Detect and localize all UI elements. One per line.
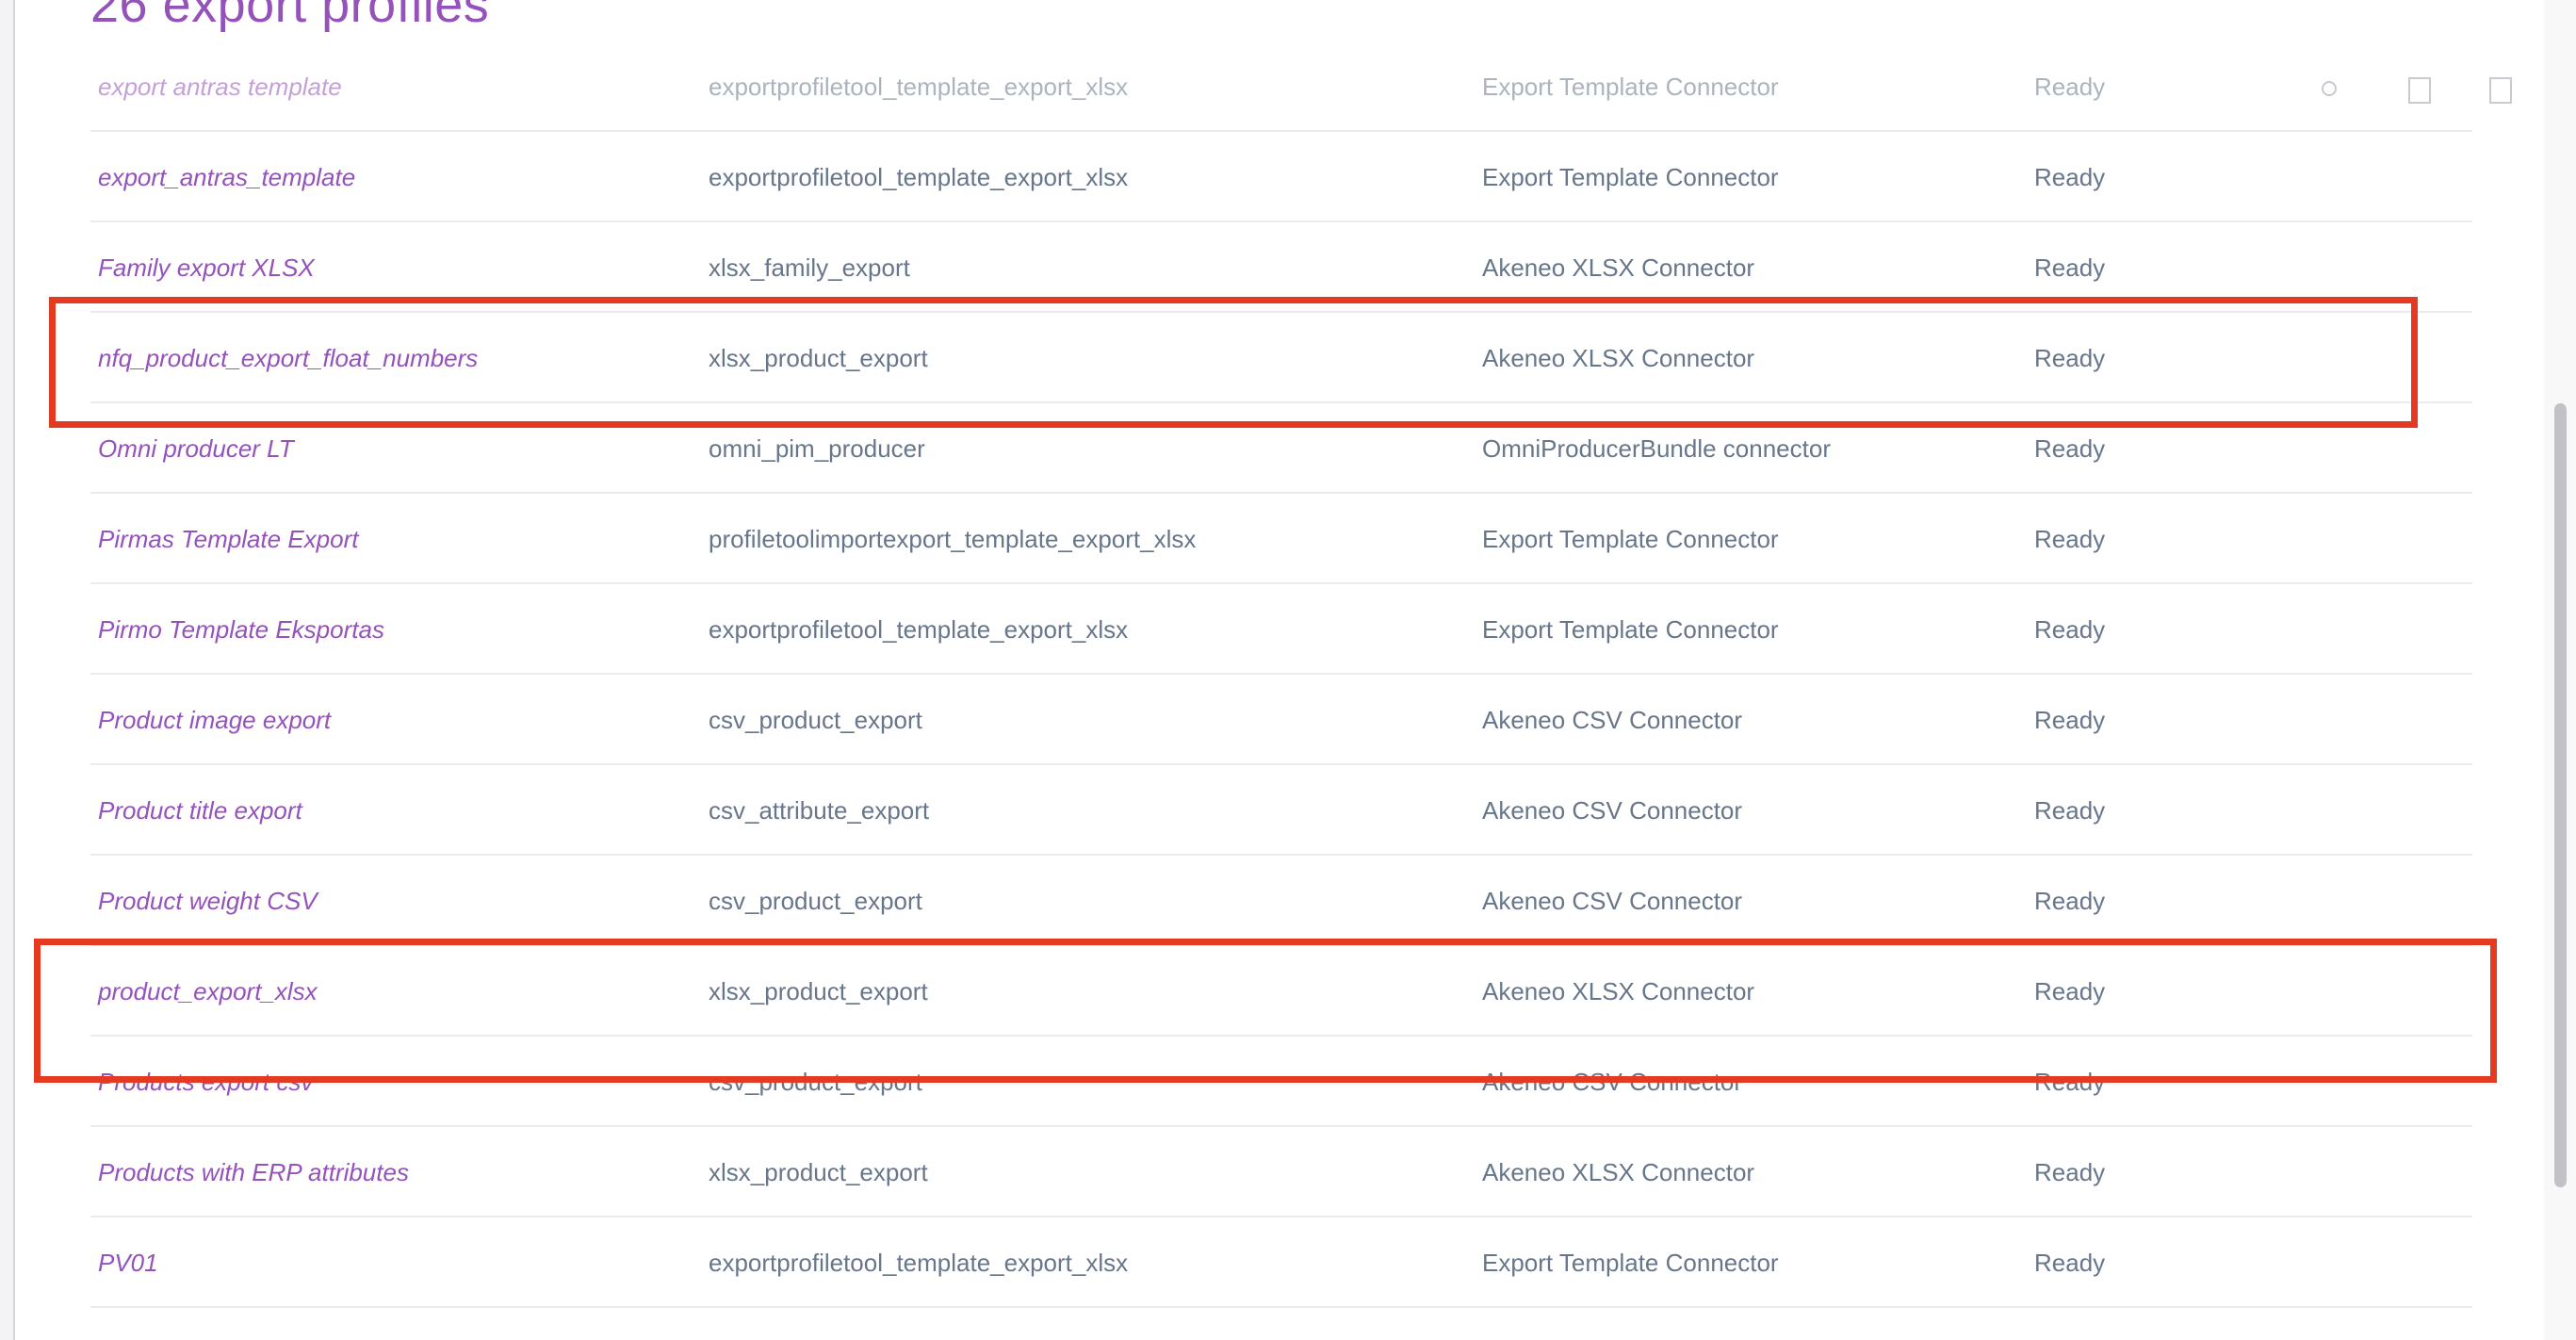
- connector-name: Akeneo CSV Connector: [1482, 1068, 1743, 1096]
- edit-icon[interactable]: [2408, 77, 2431, 104]
- status-label: Ready: [2034, 615, 2106, 644]
- status-label: Ready: [2034, 163, 2106, 191]
- vertical-scrollbar[interactable]: [2544, 0, 2576, 1340]
- connector-name: Export Template Connector: [1482, 615, 1779, 644]
- table-row[interactable]: Product image export csv_product_export …: [90, 675, 2472, 765]
- connector-name: Akeneo XLSX Connector: [1482, 253, 1755, 282]
- status-label: Ready: [2034, 796, 2106, 825]
- job-code: csv_product_export: [709, 1068, 922, 1096]
- profile-label-link[interactable]: PV01: [98, 1217, 158, 1308]
- connector-name: Akeneo XLSX Connector: [1482, 1158, 1755, 1186]
- job-code: csv_attribute_export: [709, 796, 930, 825]
- job-code: exportprofiletool_template_export_xlsx: [709, 1249, 1129, 1277]
- connector-name: Akeneo CSV Connector: [1482, 887, 1743, 915]
- job-code: xlsx_product_export: [709, 977, 928, 1005]
- connector-name: Akeneo CSV Connector: [1482, 796, 1743, 825]
- table-row[interactable]: product_export_xlsx xlsx_product_export …: [90, 946, 2472, 1037]
- job-code: csv_product_export: [709, 706, 922, 734]
- view-icon[interactable]: [2489, 77, 2512, 104]
- profile-label-link[interactable]: product_export_xlsx: [98, 946, 318, 1037]
- delete-icon[interactable]: [2322, 81, 2337, 96]
- connector-name: Akeneo XLSX Connector: [1482, 977, 1755, 1005]
- job-code: exportprofiletool_template_export_xlsx: [709, 615, 1129, 644]
- connector-name: Export Template Connector: [1482, 73, 1779, 101]
- status-label: Ready: [2034, 525, 2106, 553]
- status-label: Ready: [2034, 887, 2106, 915]
- table-row[interactable]: Products export csv csv_product_export A…: [90, 1037, 2472, 1127]
- table-row[interactable]: nfq_product_export_float_numbers xlsx_pr…: [90, 313, 2472, 403]
- table-row[interactable]: Product weight CSV csv_product_export Ak…: [90, 856, 2472, 946]
- table-row[interactable]: Products with ERP attributes xlsx_produc…: [90, 1127, 2472, 1217]
- job-code: exportprofiletool_template_export_xlsx: [709, 163, 1129, 191]
- profile-label-link[interactable]: Omni producer LT: [98, 403, 294, 494]
- job-code: xlsx_product_export: [709, 344, 928, 372]
- profile-label-link[interactable]: Pirmo Template Eksportas: [98, 584, 384, 675]
- status-label: Ready: [2034, 1249, 2106, 1277]
- scrollbar-thumb[interactable]: [2554, 403, 2567, 1187]
- status-label: Ready: [2034, 1158, 2106, 1186]
- profile-label-link[interactable]: Product title export: [98, 765, 302, 856]
- left-frame: [0, 0, 15, 1340]
- profile-label-link[interactable]: nfq_product_export_float_numbers: [98, 313, 478, 403]
- export-profiles-table: export antras template exportprofiletool…: [90, 40, 2512, 1308]
- job-code: profiletoolimportexport_template_export_…: [709, 525, 1197, 553]
- table-row[interactable]: export_antras_template exportprofiletool…: [90, 132, 2472, 222]
- status-label: Ready: [2034, 253, 2106, 282]
- table-row[interactable]: Omni producer LT omni_pim_producer OmniP…: [90, 403, 2472, 494]
- status-label: Ready: [2034, 706, 2106, 734]
- status-label: Ready: [2034, 344, 2106, 372]
- job-code: xlsx_product_export: [709, 1158, 928, 1186]
- table-row[interactable]: Product title export csv_attribute_expor…: [90, 765, 2472, 856]
- profile-label-link[interactable]: Pirmas Template Export: [98, 494, 358, 584]
- connector-name: Akeneo XLSX Connector: [1482, 344, 1755, 372]
- status-label: Ready: [2034, 434, 2106, 463]
- connector-name: OmniProducerBundle connector: [1482, 434, 1831, 463]
- profile-label-link[interactable]: Products with ERP attributes: [98, 1127, 409, 1217]
- profile-label-link[interactable]: Family export XLSX: [98, 222, 315, 313]
- job-code: xlsx_family_export: [709, 253, 910, 282]
- status-label: Ready: [2034, 73, 2106, 101]
- profile-label-link[interactable]: export_antras_template: [98, 132, 355, 222]
- status-label: Ready: [2034, 977, 2106, 1005]
- profile-label-link[interactable]: Product weight CSV: [98, 856, 318, 946]
- table-row[interactable]: PV01 exportprofiletool_template_export_x…: [90, 1217, 2472, 1308]
- job-code: csv_product_export: [709, 887, 922, 915]
- status-label: Ready: [2034, 1068, 2106, 1096]
- table-row[interactable]: Family export XLSX xlsx_family_export Ak…: [90, 222, 2472, 313]
- profile-label-link[interactable]: Products export csv: [98, 1037, 313, 1127]
- table-row[interactable]: Pirmas Template Export profiletoolimport…: [90, 494, 2472, 584]
- connector-name: Akeneo CSV Connector: [1482, 706, 1743, 734]
- profile-label-link[interactable]: export antras template: [98, 40, 342, 134]
- table-row[interactable]: export antras template exportprofiletool…: [90, 40, 2512, 134]
- job-code: omni_pim_producer: [709, 434, 925, 463]
- connector-name: Export Template Connector: [1482, 525, 1779, 553]
- connector-name: Export Template Connector: [1482, 1249, 1779, 1277]
- connector-name: Export Template Connector: [1482, 163, 1779, 191]
- table-row[interactable]: Pirmo Template Eksportas exportprofileto…: [90, 584, 2472, 675]
- page-title: 26 export profiles: [90, 0, 490, 33]
- profile-label-link[interactable]: Product image export: [98, 675, 331, 765]
- job-code: exportprofiletool_template_export_xlsx: [709, 73, 1129, 101]
